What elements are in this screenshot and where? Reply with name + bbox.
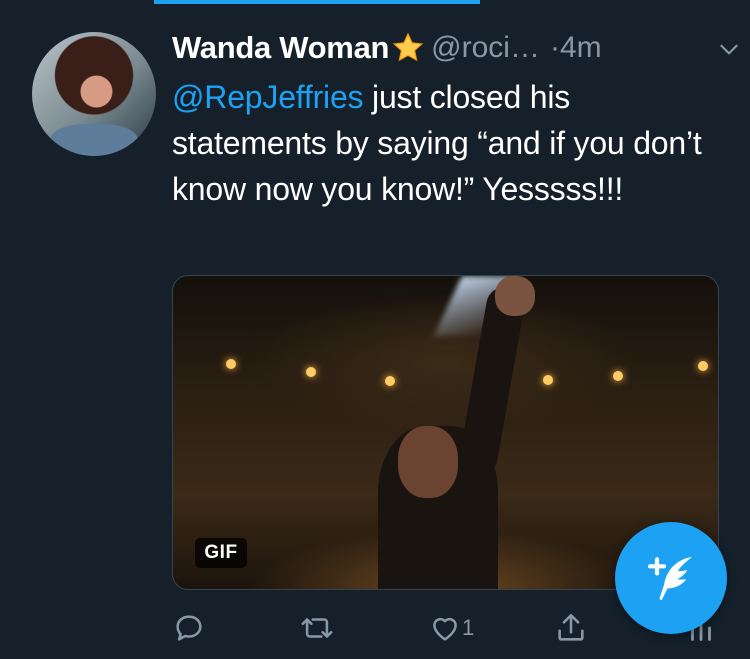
- tweet-timestamp[interactable]: ·4m: [550, 31, 602, 65]
- user-handle[interactable]: @roci…: [431, 31, 540, 65]
- heart-icon: [433, 617, 457, 641]
- stage-light: [306, 367, 316, 377]
- chevron-down-icon[interactable]: [716, 36, 742, 62]
- retweet-icon: [301, 618, 333, 638]
- stage-light: [226, 359, 236, 369]
- stage-light: [543, 375, 553, 385]
- raised-fist: [495, 276, 535, 316]
- reply-icon: [176, 615, 202, 641]
- reply-button[interactable]: [172, 610, 206, 646]
- stage-light: [698, 361, 708, 371]
- tweet-header: Wanda Woman @roci… ·4m: [172, 28, 738, 68]
- avatar[interactable]: [32, 32, 156, 156]
- gif-badge: GIF: [195, 538, 247, 568]
- share-button[interactable]: [554, 610, 588, 646]
- tweet-text: @RepJeffries just closed his statements …: [172, 74, 732, 212]
- active-tab-indicator: [154, 0, 480, 4]
- share-icon: [558, 613, 584, 641]
- star-icon: [392, 32, 424, 62]
- like-count: 1: [462, 615, 475, 640]
- compose-tweet-icon: [647, 557, 692, 601]
- performer-head: [398, 426, 458, 498]
- stage-light: [613, 371, 623, 381]
- retweet-button[interactable]: [300, 610, 334, 646]
- like-button[interactable]: 1: [428, 610, 474, 646]
- display-name[interactable]: Wanda Woman: [172, 30, 389, 66]
- stage-light: [385, 376, 395, 386]
- compose-tweet-button[interactable]: [615, 522, 727, 634]
- mention-link[interactable]: @RepJeffries: [172, 79, 364, 115]
